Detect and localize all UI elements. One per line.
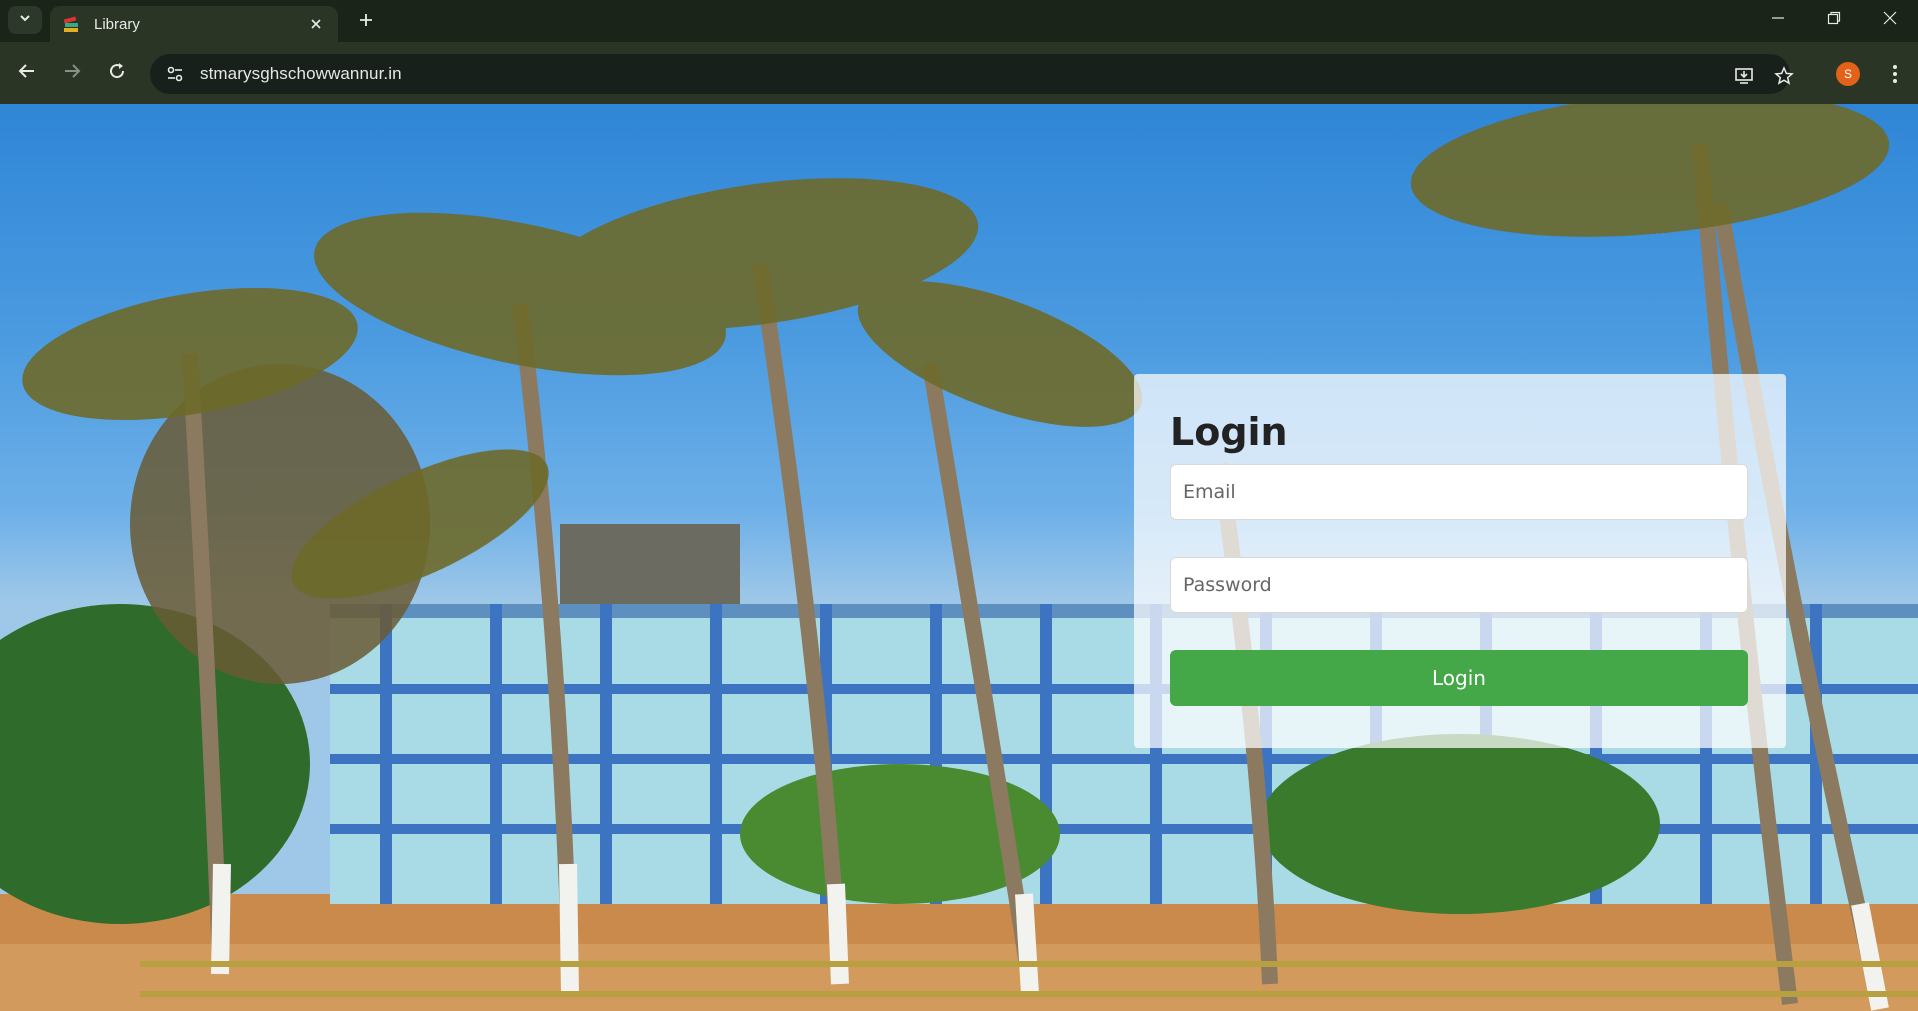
address-bar[interactable]: stmarysghschowwannur.in [150, 54, 1794, 94]
star-icon[interactable] [1770, 62, 1798, 90]
minimize-icon [1771, 11, 1785, 30]
chevron-down-icon [18, 11, 32, 30]
address-url: stmarysghschowwannur.in [200, 64, 402, 83]
tune-icon[interactable] [164, 63, 186, 85]
close-icon [1883, 11, 1897, 30]
close-icon[interactable] [306, 14, 326, 34]
restore-button[interactable] [1808, 0, 1860, 40]
plus-icon [358, 12, 374, 33]
forward-button[interactable] [55, 56, 89, 90]
close-window-button[interactable] [1864, 0, 1916, 40]
new-tab-button[interactable] [352, 8, 380, 36]
login-button[interactable]: Login [1170, 650, 1748, 706]
arrow-left-icon [18, 62, 36, 85]
books-icon [62, 14, 82, 34]
tab-search-button[interactable] [8, 6, 42, 34]
browser-toolbar: stmarysghschowwannur.in [0, 42, 1918, 104]
login-heading: Login [1170, 410, 1288, 454]
back-button[interactable] [10, 56, 44, 90]
restore-icon [1827, 11, 1841, 30]
page-viewport: Login Login [0, 104, 1918, 1011]
reload-button[interactable] [100, 56, 134, 90]
email-field[interactable] [1170, 464, 1748, 520]
password-field[interactable] [1170, 557, 1748, 613]
tab-library[interactable]: Library [50, 6, 338, 42]
profile-avatar[interactable]: S [1836, 62, 1860, 86]
tab-strip: Library [0, 0, 1918, 42]
login-card: Login Login [1134, 374, 1786, 748]
install-app-icon[interactable] [1730, 62, 1758, 90]
kebab-menu-icon[interactable] [1880, 58, 1910, 90]
tab-title: Library [94, 15, 140, 33]
minimize-button[interactable] [1752, 0, 1804, 40]
arrow-right-icon [63, 62, 81, 85]
reload-icon [108, 62, 126, 85]
